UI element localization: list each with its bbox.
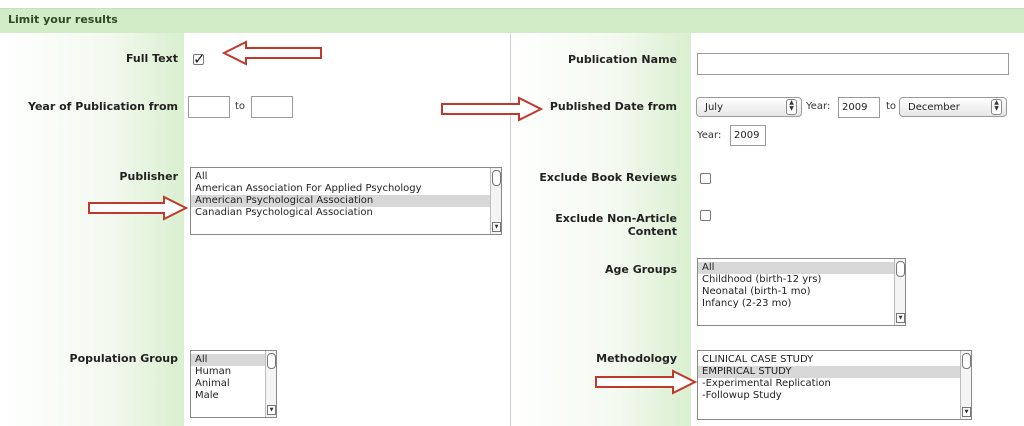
list-item[interactable]: All (698, 262, 905, 274)
to-year-input[interactable]: 2009 (730, 125, 766, 146)
year-to-label: to (235, 101, 246, 112)
arrow-right-icon (88, 195, 188, 221)
column-divider (510, 33, 511, 426)
scroll-thumb[interactable] (492, 170, 501, 186)
list-item[interactable]: American Association For Applied Psychol… (191, 183, 501, 195)
arrow-left-icon (222, 40, 322, 66)
list-item[interactable]: American Psychological Association (191, 195, 501, 207)
population-scrollbar[interactable]: ▼ (265, 351, 276, 417)
exclude-nonarticle-checkbox[interactable] (700, 210, 711, 221)
list-item[interactable]: Childhood (birth-12 yrs) (698, 274, 905, 286)
scroll-down-icon[interactable]: ▼ (896, 313, 905, 323)
arrow-right-icon (595, 369, 697, 395)
left-label-column-bg (0, 33, 184, 426)
list-item[interactable]: Canadian Psychological Association (191, 207, 501, 219)
year-from-input[interactable] (188, 96, 230, 118)
list-item[interactable]: -Followup Study (698, 390, 971, 402)
scroll-thumb[interactable] (267, 353, 276, 369)
list-item[interactable]: Neonatal (birth-1 mo) (698, 286, 905, 298)
methodology-label: Methodology (596, 352, 677, 365)
pub-name-input[interactable] (697, 53, 1009, 75)
pub-name-label: Publication Name (567, 53, 677, 66)
list-item[interactable]: EMPIRICAL STUDY (698, 366, 971, 378)
to-month-value: December (908, 102, 960, 113)
year-pub-label: Year of Publication from (28, 100, 178, 113)
header-title: Limit your results (8, 13, 118, 26)
scroll-thumb[interactable] (962, 353, 971, 369)
scroll-down-icon[interactable]: ▼ (267, 405, 276, 415)
age-groups-listbox[interactable]: All Childhood (birth-12 yrs) Neonatal (b… (697, 258, 906, 326)
year-label-2: Year: (697, 130, 722, 141)
scroll-thumb[interactable] (896, 261, 905, 277)
methodology-scrollbar[interactable]: ▼ (960, 351, 971, 419)
list-item[interactable]: Male (191, 390, 276, 402)
list-item[interactable]: Animal (191, 378, 276, 390)
scroll-down-icon[interactable]: ▼ (492, 222, 501, 232)
list-item[interactable]: CLINICAL CASE STUDY (698, 354, 971, 366)
exclude-reviews-checkbox[interactable] (700, 173, 711, 184)
list-item[interactable]: All (191, 354, 276, 366)
checkmark-icon: ✓ (193, 50, 206, 68)
year-to-input[interactable] (251, 96, 293, 118)
to-month-select[interactable]: December ▲ ▼ (899, 97, 1007, 117)
publisher-listbox[interactable]: All American Association For Applied Psy… (190, 167, 502, 235)
methodology-listbox[interactable]: CLINICAL CASE STUDY EMPIRICAL STUDY -Exp… (697, 350, 972, 420)
age-groups-label: Age Groups (605, 263, 677, 276)
year-label-1: Year: (806, 101, 831, 112)
full-text-label: Full Text (125, 52, 178, 65)
from-month-value: July (705, 102, 723, 113)
from-month-select[interactable]: July ▲ ▼ (696, 97, 802, 117)
list-item[interactable]: -Experimental Replication (698, 378, 971, 390)
publisher-label: Publisher (119, 170, 178, 183)
date-to-label: to (886, 101, 897, 112)
from-year-input[interactable]: 2009 (838, 97, 880, 118)
exclude-nonarticle-line2: Content (627, 225, 677, 238)
full-text-checkbox[interactable]: ✓ (193, 50, 206, 68)
list-item[interactable]: All (191, 171, 501, 183)
population-listbox[interactable]: All Human Animal Male ▼ (190, 350, 277, 418)
limit-results-header: Limit your results (0, 8, 1024, 33)
age-groups-scrollbar[interactable]: ▼ (894, 259, 905, 325)
scroll-down-icon[interactable]: ▼ (962, 407, 971, 417)
arrow-right-icon (441, 96, 543, 122)
publisher-scrollbar[interactable]: ▼ (490, 168, 501, 234)
exclude-reviews-label: Exclude Book Reviews (539, 171, 677, 184)
list-item[interactable]: Infancy (2-23 mo) (698, 298, 905, 310)
population-label: Population Group (69, 352, 178, 365)
updown-icon: ▲ ▼ (991, 99, 1002, 115)
updown-icon: ▲ ▼ (786, 99, 797, 115)
exclude-nonarticle-line1: Exclude Non-Article (555, 212, 677, 225)
list-item[interactable]: Human (191, 366, 276, 378)
exclude-nonarticle-label: Exclude Non-Article Content (515, 212, 677, 238)
